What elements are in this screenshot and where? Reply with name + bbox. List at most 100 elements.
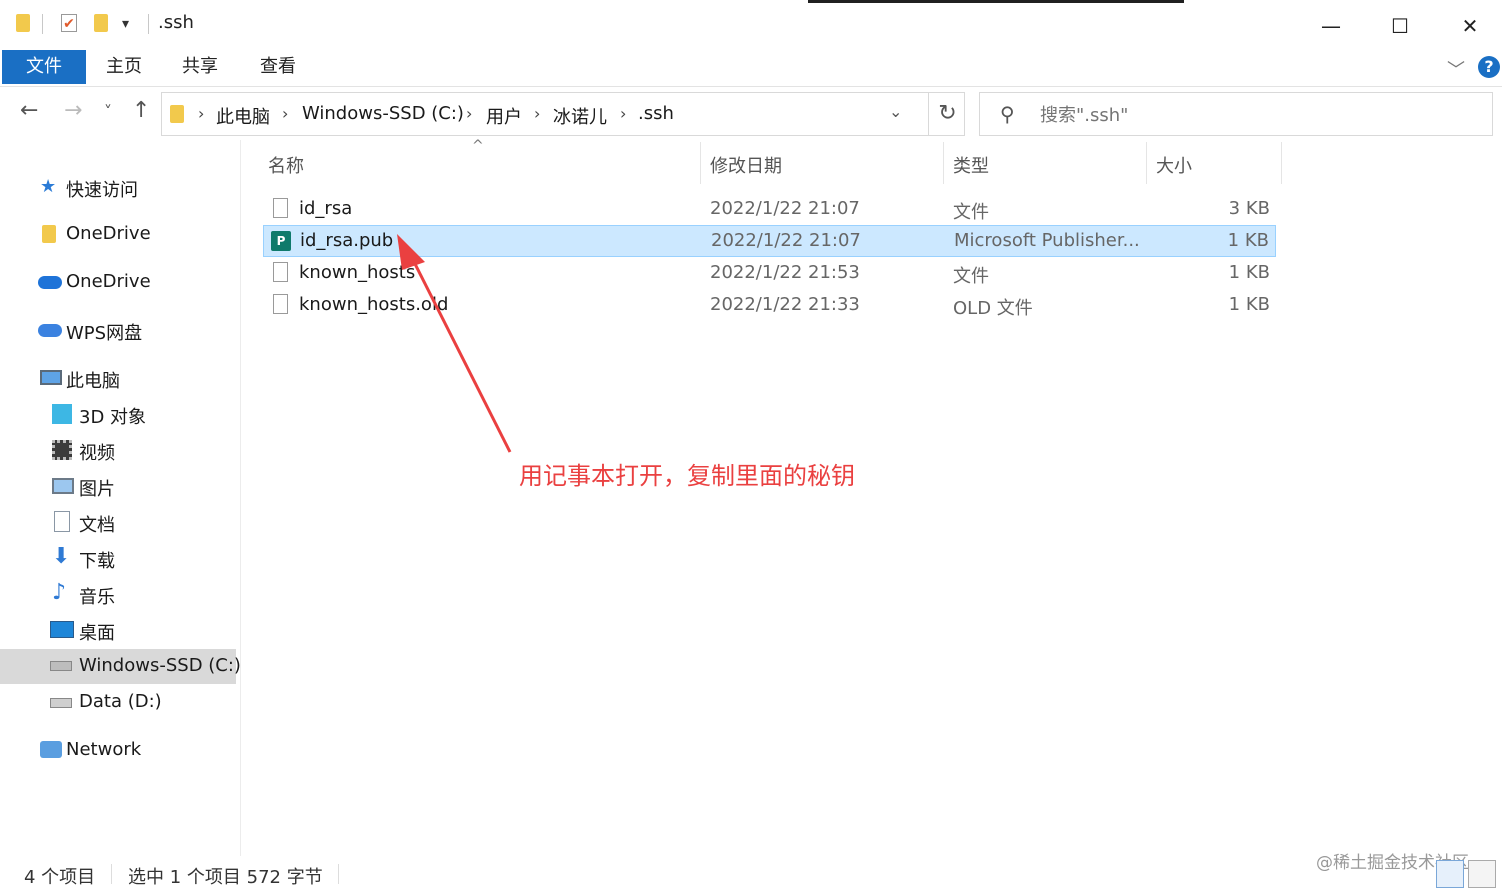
file-row[interactable]: known_hosts.old 2022/1/22 21:33 OLD 文件 1… (263, 289, 1276, 321)
divider (42, 14, 43, 34)
breadcrumb-separator[interactable]: › (466, 104, 472, 123)
minimize-button[interactable]: — (1309, 8, 1353, 44)
top-strip (808, 0, 1184, 3)
sidebar-item-videos[interactable]: 视频 (0, 433, 236, 467)
computer-icon (40, 370, 62, 385)
column-divider[interactable] (700, 142, 701, 184)
sidebar-item-downloads[interactable]: ⬇ 下载 (0, 541, 236, 575)
file-date: 2022/1/22 21:53 (710, 262, 860, 283)
properties-icon[interactable]: ✔ (61, 14, 77, 32)
tab-share[interactable]: 共享 (168, 50, 232, 84)
file-row[interactable]: id_rsa 2022/1/22 21:07 文件 3 KB (263, 193, 1276, 225)
sidebar-item-onedrive-folder[interactable]: OneDrive (0, 217, 236, 251)
desktop-icon (50, 621, 74, 638)
breadcrumb-drive-c[interactable]: Windows-SSD (C:) (302, 103, 464, 124)
sidebar-item-network[interactable]: Network (0, 733, 236, 767)
picture-icon (52, 478, 74, 494)
breadcrumb-separator[interactable]: › (534, 104, 540, 123)
column-header-name[interactable]: 名称 (268, 152, 304, 178)
folder-icon (42, 225, 56, 243)
sidebar-item-label: 视频 (79, 443, 115, 464)
search-icon: ⚲ (1000, 102, 1015, 126)
sidebar-item-label: OneDrive (66, 271, 151, 292)
close-button[interactable]: ✕ (1448, 8, 1492, 44)
breadcrumb-separator[interactable]: › (282, 104, 288, 123)
sidebar-item-label: 此电脑 (66, 371, 120, 392)
column-divider[interactable] (943, 142, 944, 184)
file-row[interactable]: P id_rsa.pub 2022/1/22 21:07 Microsoft P… (263, 225, 1276, 257)
forward-button[interactable]: → (64, 98, 82, 123)
tab-file[interactable]: 文件 (2, 50, 86, 84)
document-icon (54, 511, 70, 532)
refresh-button[interactable]: ↻ (928, 93, 966, 135)
folder-icon (16, 14, 30, 32)
breadcrumb-separator[interactable]: › (620, 104, 626, 123)
sidebar-item-wps-drive[interactable]: WPS网盘 (0, 313, 236, 347)
sidebar-item-label: WPS网盘 (66, 323, 143, 344)
breadcrumb-user-folder[interactable]: 冰诺儿 (553, 103, 607, 129)
details-view-button[interactable] (1436, 860, 1464, 888)
address-dropdown-icon[interactable]: ⌄ (889, 102, 902, 121)
sidebar-item-label: 快速访问 (66, 180, 138, 201)
file-type: OLD 文件 (953, 298, 1033, 319)
up-button[interactable]: ↑ (132, 98, 150, 123)
sidebar-item-pictures[interactable]: 图片 (0, 469, 236, 503)
sidebar-item-quick-access[interactable]: ★ 快速访问 (0, 170, 236, 204)
drive-icon (50, 698, 72, 708)
column-divider[interactable] (1146, 142, 1147, 184)
sidebar-item-documents[interactable]: 文档 (0, 505, 236, 539)
breadcrumb-users[interactable]: 用户 (486, 103, 522, 129)
sidebar-item-label: OneDrive (66, 223, 151, 244)
cloud-icon (38, 276, 62, 289)
recent-locations-button[interactable]: ˅ (104, 102, 112, 121)
window-title: .ssh (158, 12, 194, 33)
column-header-type[interactable]: 类型 (953, 152, 989, 178)
divider (111, 864, 112, 884)
back-button[interactable]: ← (20, 98, 38, 123)
star-icon: ★ (40, 176, 57, 197)
qat-dropdown-icon[interactable]: ▾ (122, 16, 129, 32)
breadcrumb-separator[interactable]: › (198, 104, 204, 123)
sidebar-item-label: 3D 对象 (79, 407, 147, 428)
sidebar-item-label: 桌面 (79, 623, 115, 644)
sidebar-item-3d-objects[interactable]: 3D 对象 (0, 397, 236, 431)
new-folder-icon[interactable] (94, 14, 108, 32)
divider (338, 864, 339, 884)
sidebar-item-drive-c[interactable]: Windows-SSD (C:) (0, 649, 241, 684)
expand-ribbon-icon[interactable]: ﹀ (1447, 56, 1465, 82)
large-icons-view-button[interactable] (1468, 860, 1496, 888)
sidebar-item-music[interactable]: ♪ 音乐 (0, 577, 236, 611)
tab-view[interactable]: 查看 (246, 50, 310, 84)
file-date: 2022/1/22 21:33 (710, 294, 860, 315)
file-size: 1 KB (1228, 294, 1270, 315)
sidebar-item-this-pc[interactable]: 此电脑 (0, 361, 236, 395)
breadcrumb-ssh[interactable]: .ssh (638, 103, 674, 124)
sidebar-item-desktop[interactable]: 桌面 (0, 613, 236, 647)
column-header-size[interactable]: 大小 (1156, 152, 1192, 178)
sidebar-item-drive-d[interactable]: Data (D:) (0, 685, 236, 719)
sidebar-item-onedrive[interactable]: OneDrive (0, 265, 236, 299)
file-size: 3 KB (1228, 198, 1270, 219)
music-icon: ♪ (52, 580, 67, 605)
address-bar[interactable]: › 此电脑 › Windows-SSD (C:) › 用户 › 冰诺儿 › .s… (161, 92, 965, 136)
file-name: id_rsa (299, 198, 353, 219)
help-icon[interactable]: ? (1478, 56, 1500, 78)
selection-info: 选中 1 个项目 572 字节 (128, 867, 323, 888)
search-box[interactable]: ⚲ (979, 92, 1493, 136)
tab-home[interactable]: 主页 (92, 50, 156, 84)
sidebar-item-label: Network (66, 739, 142, 760)
file-row[interactable]: known_hosts 2022/1/22 21:53 文件 1 KB (263, 257, 1276, 289)
sidebar-item-label: 文档 (79, 515, 115, 536)
sidebar-item-label: 图片 (79, 479, 115, 500)
file-size: 1 KB (1227, 230, 1269, 251)
column-divider[interactable] (1281, 142, 1282, 184)
file-name: id_rsa.pub (300, 230, 394, 251)
column-header-date[interactable]: 修改日期 (710, 152, 782, 178)
status-bar: 4 个项目 选中 1 个项目 572 字节 @稀土掘金技术社区 (0, 853, 1502, 893)
file-type: Microsoft Publisher... (954, 230, 1140, 251)
file-type: 文件 (953, 202, 989, 223)
cloud-icon (38, 324, 62, 337)
search-input[interactable] (1038, 101, 1482, 129)
maximize-button[interactable]: ☐ (1378, 8, 1422, 44)
breadcrumb-this-pc[interactable]: 此电脑 (216, 103, 270, 129)
